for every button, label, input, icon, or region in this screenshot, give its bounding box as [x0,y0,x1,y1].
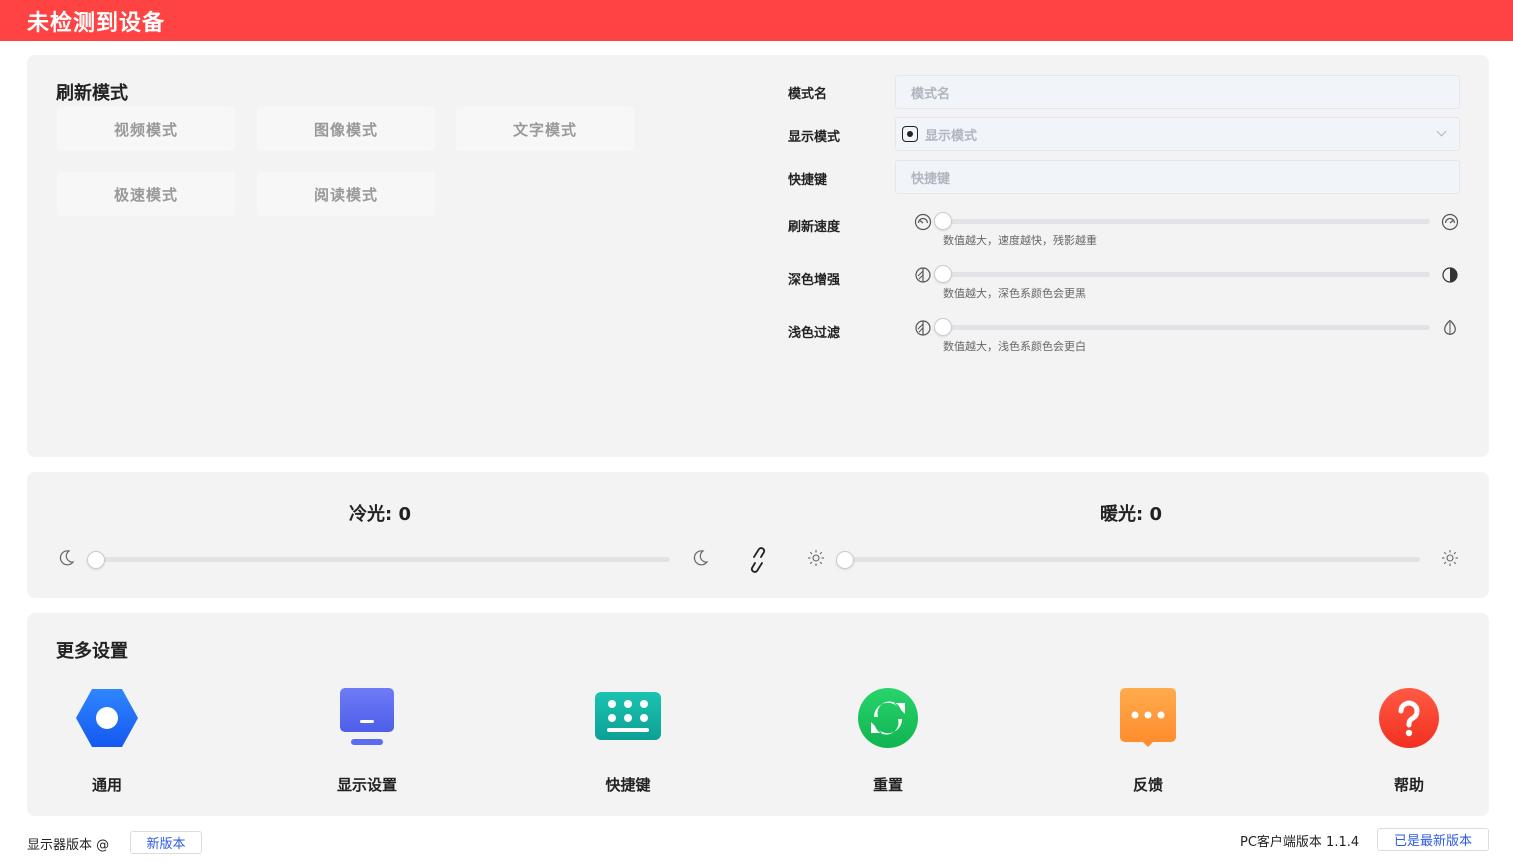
refresh-mode-title: 刷新模式 [56,83,128,104]
tool-feedback-label: 反馈 [1132,776,1163,794]
cold-light-title: 冷光: 0 [349,504,411,525]
contrast-high-icon [1442,267,1458,283]
refresh-mode-panel: 刷新模式 视频模式 图像模式 文字模式 极速模式 阅读模式 模式名 模式名 显示… [27,55,1489,457]
speed-slow-icon [914,213,932,231]
contrast-low-icon [915,267,931,283]
tool-display-settings[interactable]: 显示设置 [307,683,427,803]
refresh-speed-hint: 数值越大，速度越快，残影越重 [943,234,1097,247]
tool-shortcut-label: 快捷键 [605,776,651,794]
display-mode-label: 显示模式 [788,130,841,145]
dark-enhance-label: 深色增强 [788,273,841,288]
light-panel: 冷光: 0 暖光: 0 [27,472,1489,598]
refresh-speed-slider-track[interactable] [942,219,1430,224]
sun-icon [1442,550,1458,566]
dark-enhance-slider-track[interactable] [942,272,1430,277]
device-status-title: 未检测到设备 [27,11,166,36]
hexagon-settings-icon [76,689,138,747]
tool-general[interactable]: 通用 [47,683,167,803]
display-mode-icon [902,126,918,142]
mode-button-image[interactable]: 图像模式 [257,107,435,151]
mode-name-input[interactable]: 模式名 [895,75,1460,109]
dark-enhance-slider-knob[interactable] [934,265,952,283]
more-settings-panel: 更多设置 通用 显示设置 快捷键 重置 反馈 帮助 [27,613,1489,816]
cold-light-slider-knob[interactable] [87,551,105,569]
tool-help-label: 帮助 [1393,776,1424,794]
light-filter-slider-track[interactable] [942,325,1430,330]
top-banner: 未检测到设备 [0,0,1513,41]
filter-low-icon [915,320,931,336]
chat-bubble-icon [1120,688,1176,747]
monitor-icon [340,688,394,745]
mode-button-fast[interactable]: 极速模式 [57,172,235,216]
mode-name-label: 模式名 [788,87,828,102]
tool-general-label: 通用 [91,776,122,794]
pc-version-text: PC客户端版本 1.1.4 [1240,835,1360,850]
moon-icon [693,550,709,566]
shortcut-input[interactable]: 快捷键 [895,160,1460,194]
light-filter-slider-knob[interactable] [934,318,952,336]
question-icon [1379,688,1439,748]
tool-feedback[interactable]: 反馈 [1088,683,1208,803]
tool-shortcut[interactable]: 快捷键 [568,683,688,803]
sun-small-icon [808,550,824,566]
shortcut-label: 快捷键 [788,173,828,188]
more-settings-title: 更多设置 [56,641,128,662]
mode-button-text[interactable]: 文字模式 [456,107,634,151]
filter-high-icon [1444,319,1456,335]
light-filter-hint: 数值越大，浅色系颜色会更白 [943,340,1086,353]
latest-version-button[interactable]: 已是最新版本 [1377,828,1489,851]
refresh-speed-label: 刷新速度 [788,220,841,235]
warm-light-title: 暖光: 0 [1100,504,1162,525]
mode-button-video[interactable]: 视频模式 [57,107,235,151]
tool-display-settings-label: 显示设置 [336,776,397,794]
speed-fast-icon [1441,213,1459,231]
refresh-speed-slider-knob[interactable] [934,212,952,230]
display-version-text: 显示器版本 @ [27,838,110,853]
warm-light-slider-track[interactable] [844,557,1420,562]
tool-reset[interactable]: 重置 [828,683,948,803]
keyboard-icon [595,692,661,740]
display-mode-value: 显示模式 [925,128,978,144]
cold-light-slider-track[interactable] [95,557,670,562]
warm-light-slider-knob[interactable] [836,551,854,569]
tool-reset-label: 重置 [872,776,903,794]
mode-button-reading[interactable]: 阅读模式 [257,172,435,216]
light-filter-label: 浅色过滤 [788,326,841,341]
link-icon[interactable] [745,544,771,576]
chevron-down-icon [1436,126,1447,137]
moon-outline-icon [59,550,75,566]
refresh-icon [858,688,918,748]
dark-enhance-hint: 数值越大，深色系颜色会更黑 [943,287,1086,300]
display-mode-select[interactable]: 显示模式 [895,117,1460,151]
new-version-button[interactable]: 新版本 [130,831,202,854]
tool-help[interactable]: 帮助 [1349,683,1469,803]
